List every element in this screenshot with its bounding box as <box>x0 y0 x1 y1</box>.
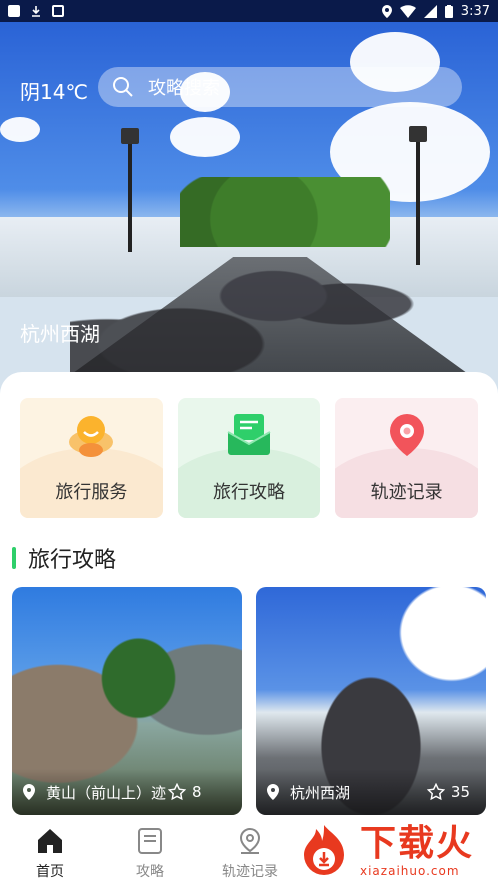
guide-mail-icon <box>224 412 274 458</box>
download-icon <box>32 6 40 17</box>
card-place-name: 杭州西湖 <box>290 783 351 802</box>
search-icon <box>113 77 133 97</box>
service-track-record[interactable]: 轨迹记录 <box>335 398 479 518</box>
content-sheet: 旅行服务 旅行攻略 轨迹记录 旅行攻略 黄山（前山上）迹 8 杭州西湖 35 <box>0 372 498 886</box>
book-icon <box>136 827 164 855</box>
watermark-subtext: xiazaihuo.com <box>360 864 460 878</box>
battery-icon <box>444 4 453 18</box>
notification-square-icon <box>8 5 20 17</box>
status-bar: 3:37 <box>0 0 498 22</box>
weather-label: 阴14℃ <box>20 80 88 104</box>
image-icon <box>52 5 64 17</box>
guide-card[interactable]: 杭州西湖 35 <box>256 587 486 815</box>
guide-card-list: 黄山（前山上）迹 8 杭州西湖 35 <box>12 587 486 815</box>
guide-card[interactable]: 黄山（前山上）迹 8 <box>12 587 242 815</box>
search-placeholder: 攻略搜索 <box>148 78 220 99</box>
star-icon[interactable] <box>168 783 187 801</box>
nav-label: 攻略 <box>136 864 164 880</box>
location-pin-icon <box>382 412 432 458</box>
service-label: 旅行服务 <box>55 482 128 503</box>
street-lamp <box>409 126 427 265</box>
signal-icon <box>423 4 437 18</box>
service-label: 旅行攻略 <box>213 482 285 503</box>
hero-location-label: 杭州西湖 <box>20 322 100 346</box>
service-label: 轨迹记录 <box>370 482 443 503</box>
section-accent-bar <box>12 547 16 569</box>
service-travel-service[interactable]: 旅行服务 <box>20 398 163 518</box>
nav-guide[interactable]: 攻略 <box>100 815 200 886</box>
cloud <box>0 117 40 142</box>
cloud <box>170 117 240 157</box>
card-star-count: 35 <box>450 783 470 801</box>
section-title: 旅行攻略 <box>28 548 117 573</box>
location-pin-icon <box>267 784 279 800</box>
service-grid: 旅行服务 旅行攻略 轨迹记录 <box>20 398 479 518</box>
card-place-name: 黄山（前山上）迹 <box>46 783 167 802</box>
status-time: 3:37 <box>460 3 490 19</box>
card-star-count: 8 <box>192 783 202 801</box>
crowd <box>70 232 440 392</box>
nav-label: 轨迹记录 <box>222 864 278 880</box>
flame-logo-icon <box>304 825 344 875</box>
street-lamp <box>121 128 139 252</box>
section-header: 旅行攻略 <box>12 542 116 574</box>
person-service-icon <box>66 412 116 458</box>
watermark-logo: 下载火 xiazaihuo.com <box>294 816 498 886</box>
card-info-bar: 黄山（前山上）迹 8 <box>12 769 242 815</box>
search-input[interactable]: 攻略搜索 <box>98 67 462 107</box>
watermark-text: 下载火 <box>360 823 475 864</box>
star-icon[interactable] <box>426 783 445 801</box>
service-travel-guide[interactable]: 旅行攻略 <box>177 398 321 518</box>
wifi-icon <box>399 4 416 18</box>
card-info-bar: 杭州西湖 35 <box>256 769 486 815</box>
nav-track[interactable]: 轨迹记录 <box>200 815 300 886</box>
home-icon <box>36 827 64 855</box>
location-status-icon <box>381 4 392 18</box>
nav-label: 首页 <box>36 864 64 880</box>
track-pin-icon <box>236 827 264 855</box>
nav-home[interactable]: 首页 <box>0 815 100 886</box>
location-pin-icon <box>23 784 35 800</box>
